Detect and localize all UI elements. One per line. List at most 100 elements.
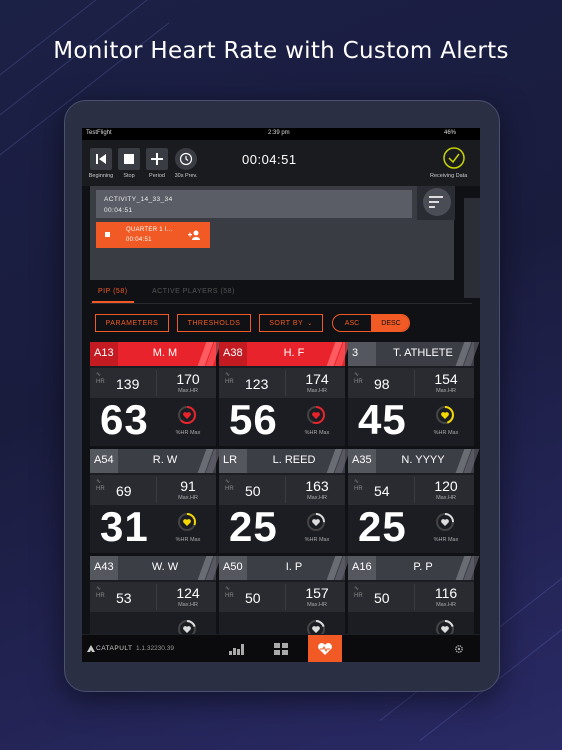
hr-value: 54 xyxy=(374,483,390,499)
player-card[interactable]: A38 H. F ∿ HR 123 174 Max.HR 56 %HR Max xyxy=(219,342,351,446)
player-name: R. W xyxy=(152,454,178,466)
pct-hr-max-value: 31 xyxy=(100,503,149,550)
player-tag: LR xyxy=(223,454,238,466)
max-hr-value: 116 xyxy=(434,585,458,601)
pct-hr-max-value: 63 xyxy=(100,396,149,443)
version-label: 1.1.32230.39 xyxy=(136,645,174,652)
divider xyxy=(285,370,286,396)
player-card[interactable]: A13 M. M ∿ HR 139 170 Max.HR 63 %HR Max xyxy=(90,342,222,446)
add-player-icon[interactable] xyxy=(188,229,202,241)
nav-grid[interactable] xyxy=(264,635,298,662)
period-button[interactable] xyxy=(146,148,168,170)
hr-sensor-icon: ∿ HR xyxy=(225,372,234,385)
max-hr-value: 174 xyxy=(305,371,329,387)
player-card-header: 3 T. ATHLETE xyxy=(348,342,480,366)
max-hr-value: 170 xyxy=(176,371,200,387)
sort-by-dropdown[interactable]: SORT BY ⌄ xyxy=(259,314,323,332)
hr-stats: ∿ HR 50 157 Max.HR xyxy=(219,582,345,612)
player-tag: A43 xyxy=(94,561,114,573)
receiving-data-label: Receiving Data xyxy=(430,173,468,179)
hr-value: 50 xyxy=(245,483,261,499)
player-card-header: A38 H. F xyxy=(219,342,351,366)
parameters-button[interactable]: PARAMETERS xyxy=(95,314,169,332)
nav-heart-rate[interactable] xyxy=(308,635,342,662)
quarter-item[interactable]: QUARTER 1 I... 00:04:51 xyxy=(96,222,210,248)
hr-label: HR xyxy=(225,379,234,385)
player-card[interactable]: A35 N. YYYY ∿ HR 54 120 Max.HR 25 %HR Max xyxy=(348,449,480,553)
player-card[interactable]: A43 W. W ∿ HR 53 124 Max.HR xyxy=(90,556,222,638)
player-name: W. W xyxy=(151,561,179,573)
max-hr-label: Max.HR xyxy=(178,602,198,608)
hr-stats: ∿ HR 50 163 Max.HR xyxy=(219,475,345,505)
player-tag: 3 xyxy=(352,347,359,359)
hr-value: 50 xyxy=(374,590,390,606)
player-card[interactable]: 3 T. ATHLETE ∿ HR 98 154 Max.HR 45 %HR Ma… xyxy=(348,342,480,446)
activity-item[interactable]: ACTIVITY_14_33_34 00:04:51 xyxy=(96,190,412,218)
carrier-label: TestFlight xyxy=(86,130,112,136)
pct-hr-max-label: %HR Max xyxy=(304,537,330,543)
divider xyxy=(285,477,286,503)
hr-stats: ∿ HR 69 91 Max.HR xyxy=(90,475,216,505)
layout-menu-button[interactable] xyxy=(423,188,451,216)
sort-order-toggle[interactable]: ASC DESC xyxy=(332,314,410,332)
bottom-nav: CATAPULT 1.1.32230.39 xyxy=(82,634,480,662)
pct-hr-max-value: 25 xyxy=(358,503,407,550)
player-card[interactable]: A16 P. P ∿ HR 50 116 Max.HR xyxy=(348,556,480,638)
top-toolbar: Beginning Stop Period 30s Prev. 00:04:51… xyxy=(82,140,480,186)
stop-icon xyxy=(105,232,110,237)
hr-label: HR xyxy=(96,593,105,599)
hr-stats: ∿ HR 139 170 Max.HR xyxy=(90,368,216,398)
pct-hr-max-value: 56 xyxy=(229,396,278,443)
bars-menu-icon xyxy=(429,196,443,208)
max-hr-value: 163 xyxy=(305,478,329,494)
desc-option[interactable]: DESC xyxy=(371,315,409,331)
player-card-header: A35 N. YYYY xyxy=(348,449,480,473)
player-tag: A35 xyxy=(352,454,372,466)
hr-value: 69 xyxy=(116,483,132,499)
player-tag: A38 xyxy=(223,347,243,359)
session-timer: 00:04:51 xyxy=(242,152,297,167)
activity-time: 00:04:51 xyxy=(104,207,133,214)
tab-active-players[interactable]: ACTIVE PLAYERS (58) xyxy=(152,288,235,295)
pct-hr-max-label: %HR Max xyxy=(175,537,201,543)
tab-pip[interactable]: PIP (58) xyxy=(98,288,128,295)
player-card[interactable]: A54 R. W ∿ HR 69 91 Max.HR 31 %HR Max xyxy=(90,449,222,553)
hr-sensor-icon: ∿ HR xyxy=(354,586,363,599)
pct-hr-max-value: 25 xyxy=(229,503,278,550)
player-card[interactable]: A50 I. P ∿ HR 50 157 Max.HR xyxy=(219,556,351,638)
max-hr-label: Max.HR xyxy=(436,602,456,608)
divider xyxy=(90,303,472,304)
quarter-name: QUARTER 1 I... xyxy=(126,227,173,233)
hr-sensor-icon: ∿ HR xyxy=(354,372,363,385)
side-drawer-handle[interactable] xyxy=(464,198,480,298)
headline: Monitor Heart Rate with Custom Alerts xyxy=(53,38,509,64)
clock-back-icon xyxy=(179,152,193,166)
player-card[interactable]: LR L. REED ∿ HR 50 163 Max.HR 25 %HR Max xyxy=(219,449,351,553)
player-card-header: A16 P. P xyxy=(348,556,480,580)
quarter-time: 00:04:51 xyxy=(126,237,152,243)
max-hr-label: Max.HR xyxy=(307,495,327,501)
player-name: I. P xyxy=(285,561,303,573)
hr-sensor-icon: ∿ HR xyxy=(354,479,363,492)
player-card-header: A43 W. W xyxy=(90,556,222,580)
nav-settings[interactable] xyxy=(442,635,476,662)
player-name: P. P xyxy=(413,561,433,573)
hr-value: 139 xyxy=(116,376,140,392)
hr-sensor-icon: ∿ HR xyxy=(96,586,105,599)
beginning-button[interactable] xyxy=(90,148,112,170)
asc-option[interactable]: ASC xyxy=(333,315,371,331)
hr-gauge-icon xyxy=(307,513,325,531)
thresholds-button[interactable]: THRESHOLDS xyxy=(177,314,251,332)
stop-button[interactable] xyxy=(118,148,140,170)
max-hr-value: 154 xyxy=(434,371,458,387)
nav-charts[interactable] xyxy=(220,635,254,662)
heart-icon xyxy=(318,643,332,655)
thirty-sec-prev-button[interactable] xyxy=(175,148,197,170)
max-hr-label: Max.HR xyxy=(436,388,456,394)
player-name: M. M xyxy=(152,347,178,359)
pct-hr-max-value: 45 xyxy=(358,396,407,443)
player-name: L. REED xyxy=(272,454,316,466)
activity-panel: ACTIVITY_14_33_34 00:04:51 QUARTER 1 I..… xyxy=(90,186,454,280)
plus-icon xyxy=(151,153,163,165)
hr-label: HR xyxy=(225,486,234,492)
